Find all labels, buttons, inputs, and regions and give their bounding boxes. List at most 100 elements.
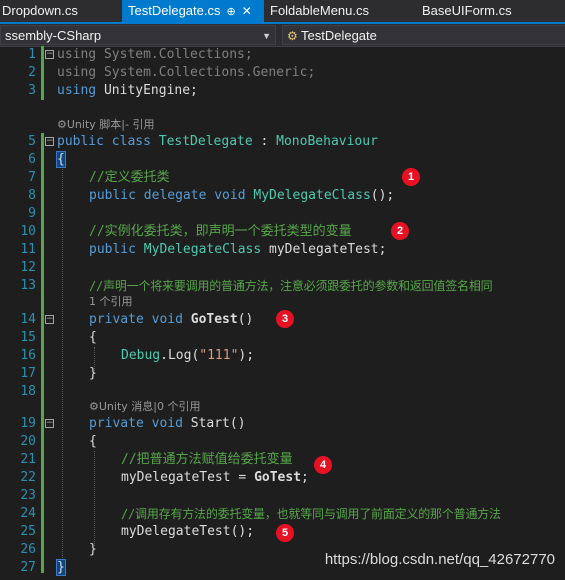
code-text: ;	[301, 470, 309, 485]
line-number: 14	[20, 312, 36, 327]
line-number: 3	[28, 83, 36, 98]
code-line: {	[89, 434, 97, 449]
line-number: 9	[28, 206, 36, 221]
string-literal: "111"	[199, 348, 239, 363]
navigation-bar: ssembly-CSharp ▼ ⚙ TestDelegate	[0, 24, 565, 47]
brace: {	[56, 151, 66, 168]
comment-line: //把普通方法赋值给委托变量	[121, 452, 293, 467]
code-text: );	[238, 348, 255, 363]
code-text: UnityEngine;	[96, 83, 198, 98]
watermark: https://blog.csdn.net/qq_42672770	[324, 551, 555, 568]
line-number: 27	[20, 560, 36, 575]
keyword: public class	[57, 134, 159, 149]
keyword: public delegate void	[89, 188, 254, 203]
method-name: GoTest	[190, 312, 238, 327]
code-line: myDelegateTest = GoTest;	[121, 469, 309, 487]
code-editor[interactable]: 1 2 3 5 6 7 8 9 10 11 12 13 14 15 16 17 …	[0, 46, 565, 580]
code-line: public class TestDelegate : MonoBehaviou…	[57, 133, 378, 151]
code-text: myDelegateTest;	[261, 242, 387, 257]
line-number: 18	[20, 384, 36, 399]
code-line: }	[89, 366, 97, 381]
class-icon: ⚙	[287, 29, 298, 43]
tab-foldablemenu[interactable]: FoldableMenu.cs	[268, 0, 408, 22]
line-number: 15	[20, 330, 36, 345]
annotation-badge-5: 5	[276, 524, 294, 542]
code-text: ();	[370, 188, 395, 203]
code-text: .Log(	[160, 348, 200, 363]
close-icon[interactable]: ✕	[242, 4, 252, 18]
comment-line: //定义委托类	[89, 170, 170, 185]
code-line: public delegate void MyDelegateClass();	[89, 187, 394, 205]
keyword: using	[57, 83, 97, 98]
tab-dropdown[interactable]: Dropdown.cs	[0, 0, 118, 22]
keyword: using	[57, 65, 97, 80]
line-number: 12	[20, 260, 36, 275]
project-dropdown[interactable]: ssembly-CSharp ▼	[0, 25, 276, 45]
line-number: 24	[20, 506, 36, 521]
line-number: 5	[28, 134, 36, 149]
codelens-text: Unity 消息|0 个引用	[98, 400, 201, 413]
unity-icon: ⚙	[57, 118, 67, 131]
code-line: {	[56, 151, 66, 169]
method-name: GoTest	[254, 470, 302, 485]
line-number: 23	[20, 488, 36, 503]
comment-line: //声明一个将来要调用的普通方法，注意必须跟委托的参数和返回值签名相同	[89, 279, 493, 293]
codelens-annotation[interactable]: ⚙Unity 脚本|- 引用	[57, 118, 154, 132]
type-name: MyDelegateClass	[143, 242, 262, 257]
annotation-badge-2: 2	[391, 222, 409, 240]
keyword: private void	[89, 312, 191, 327]
brace: }	[56, 559, 66, 576]
code-line: using System.Collections;	[57, 46, 253, 64]
tab-label: FoldableMenu.cs	[270, 3, 369, 18]
type-dropdown[interactable]: ⚙ TestDelegate	[282, 25, 565, 45]
change-bar	[41, 46, 44, 100]
project-name: ssembly-CSharp	[5, 28, 102, 43]
unity-icon: ⚙	[89, 400, 99, 413]
keyword: private void	[89, 416, 191, 431]
codelens-annotation[interactable]: ⚙Unity 消息|0 个引用	[89, 400, 200, 414]
line-number: 19	[20, 416, 36, 431]
line-number: 6	[28, 152, 36, 167]
codelens-annotation[interactable]: 1 个引用	[89, 295, 133, 309]
indent-guide	[94, 451, 95, 546]
code-line: Debug.Log("111");	[121, 347, 254, 365]
code-line: private void Start()	[89, 415, 246, 433]
code-text: :	[252, 134, 277, 149]
line-number: 11	[20, 242, 36, 257]
tab-testdelegate[interactable]: TestDelegate.cs ⊕ ✕	[122, 0, 264, 22]
comment-line: //调用存有方法的委托变量，也就等同与调用了前面定义的那个普通方法	[121, 507, 501, 521]
pin-icon[interactable]: ⊕	[227, 6, 236, 18]
codelens-text: Unity 脚本|- 引用	[66, 118, 155, 131]
line-number: 8	[28, 188, 36, 203]
annotation-badge-4: 4	[314, 456, 332, 474]
code-text: System.Collections;	[96, 47, 253, 62]
code-line: using UnityEngine;	[57, 82, 198, 100]
type-name: MonoBehaviour	[276, 134, 378, 149]
collapse-icon[interactable]: −	[45, 50, 54, 59]
line-number: 21	[20, 452, 36, 467]
tab-baseuiform[interactable]: BaseUIForm.cs	[420, 0, 560, 22]
method-name: Start()	[190, 416, 246, 431]
line-number: 17	[20, 366, 36, 381]
collapse-icon[interactable]: −	[45, 419, 54, 428]
annotation-badge-3: 3	[276, 310, 294, 328]
code-text: ()	[237, 312, 254, 327]
collapse-icon[interactable]: −	[45, 315, 54, 324]
tab-label: BaseUIForm.cs	[422, 3, 512, 18]
document-tab-strip: Dropdown.cs TestDelegate.cs ⊕ ✕ FoldableMe…	[0, 0, 565, 22]
line-number: 16	[20, 348, 36, 363]
code-line: myDelegateTest();	[121, 524, 255, 539]
type-name: Debug	[121, 348, 161, 363]
line-number: 13	[20, 278, 36, 293]
keyword: public	[89, 242, 144, 257]
line-number: 1	[28, 47, 36, 62]
line-number: 25	[20, 524, 36, 539]
line-number: 7	[28, 170, 36, 185]
code-line: public MyDelegateClass myDelegateTest;	[89, 241, 386, 259]
comment-line: //实例化委托类，即声明一个委托类型的变量	[89, 224, 352, 239]
line-number: 22	[20, 470, 36, 485]
line-number: 26	[20, 542, 36, 557]
tab-label: TestDelegate.cs	[128, 3, 221, 18]
line-number: 20	[20, 434, 36, 449]
collapse-icon[interactable]: −	[45, 137, 54, 146]
